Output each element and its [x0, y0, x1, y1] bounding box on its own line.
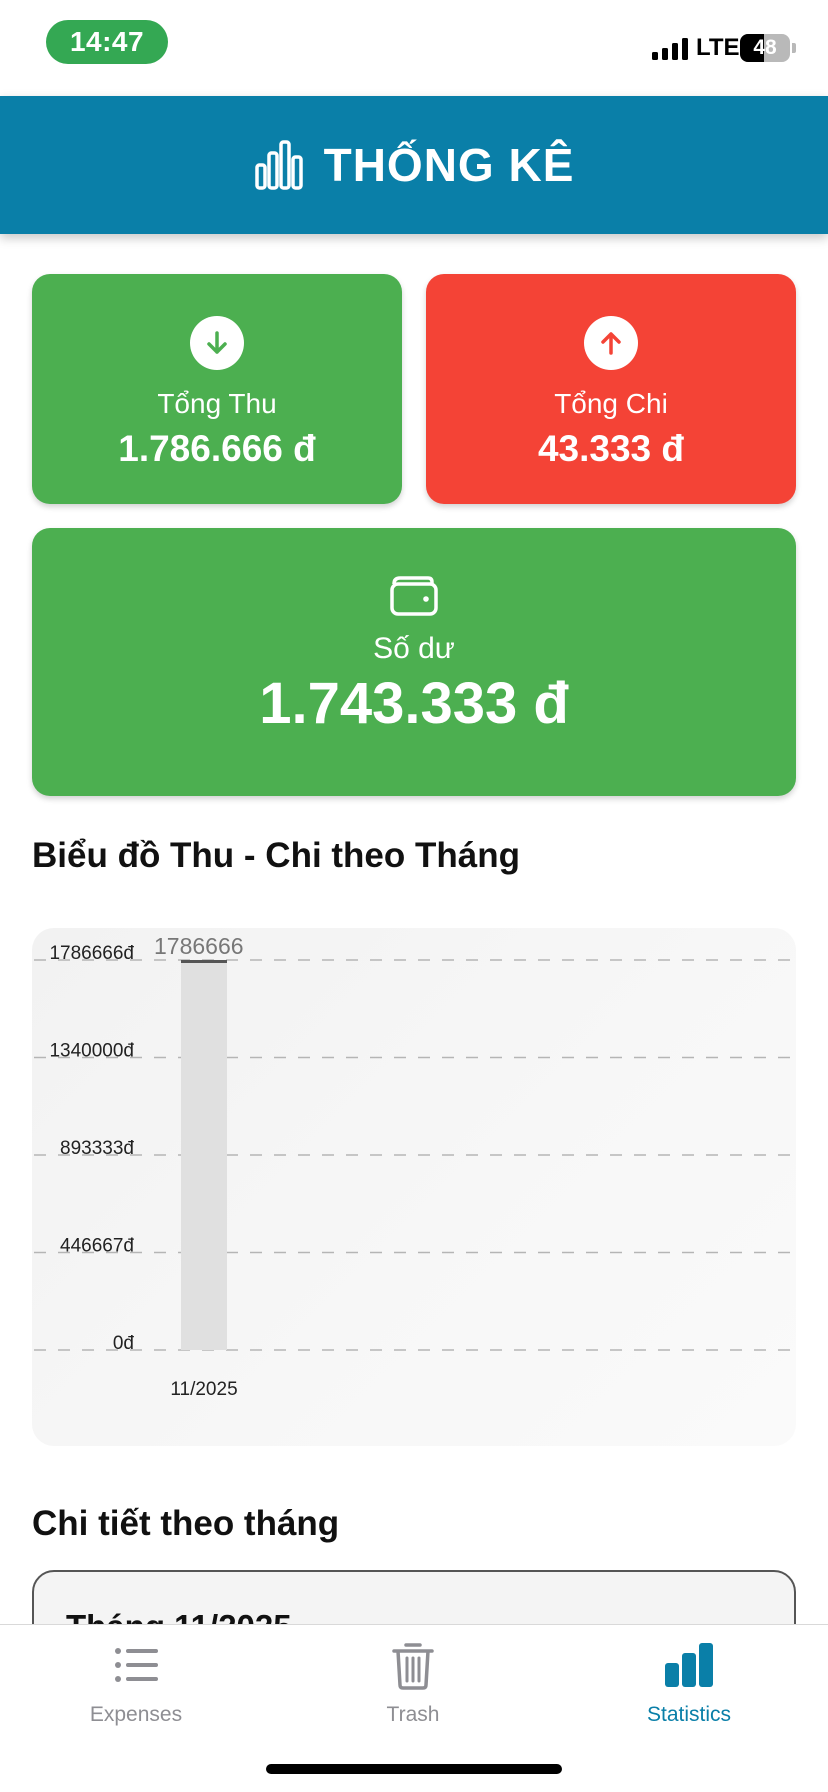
data-label: 1786666 — [154, 933, 244, 959]
y-tick-label: 0đ — [113, 1333, 135, 1354]
tab-statistics[interactable]: Statistics — [599, 1639, 779, 1739]
tab-trash[interactable]: Trash — [323, 1639, 503, 1739]
wallet-icon — [390, 576, 438, 616]
balance-value: 1.743.333 đ — [259, 671, 569, 736]
status-time: 14:47 — [46, 20, 168, 64]
network-type: LTE — [696, 34, 740, 61]
app-header: THỐNG KÊ — [0, 96, 828, 234]
x-tick-label: 11/2025 — [170, 1379, 237, 1400]
bar-chart: 0đ 446667đ 893333đ 1340000đ 1786666đ 11/2025 1… — [34, 933, 792, 1400]
income-value: 1.786.666 đ — [118, 428, 316, 469]
bar-top-line — [181, 960, 227, 963]
battery-tip — [792, 43, 796, 53]
tab-label-statistics: Statistics — [646, 1703, 732, 1726]
expense-label: Tổng Chi — [554, 388, 668, 419]
y-tick-label: 893333đ — [60, 1138, 134, 1159]
bar-chart-icon — [254, 140, 303, 190]
tab-label-trash: Trash — [386, 1703, 440, 1726]
battery-level: 48 — [753, 36, 777, 59]
chart-section-title: Biểu đồ Thu - Chi theo Tháng — [32, 836, 520, 875]
income-card: Tổng Thu 1.786.666 đ — [32, 274, 402, 504]
tab-expenses[interactable]: Expenses — [46, 1639, 226, 1739]
y-tick-label: 1340000đ — [49, 1040, 134, 1061]
y-tick-label: 1786666đ — [49, 943, 134, 964]
y-tick-label: 446667đ — [60, 1235, 134, 1256]
battery-icon: 48 — [740, 34, 790, 62]
list-icon — [115, 1648, 158, 1682]
signal-icon — [652, 38, 688, 60]
bar — [181, 960, 227, 1350]
expense-value: 43.333 đ — [537, 428, 685, 469]
bar-chart-icon — [665, 1643, 713, 1687]
arrow-up-icon — [584, 316, 638, 370]
trash-icon — [392, 1643, 434, 1690]
balance-label: Số dư — [373, 632, 455, 665]
arrow-down-icon — [190, 316, 244, 370]
detail-section-title: Chi tiết theo tháng — [32, 1504, 340, 1543]
home-indicator — [266, 1764, 562, 1774]
tab-label-expenses: Expenses — [89, 1703, 183, 1726]
expense-card: Tổng Chi 43.333 đ — [426, 274, 796, 504]
status-bar: 14:47 LTE 48 — [0, 0, 828, 96]
balance-card: Số dư 1.743.333 đ — [32, 528, 796, 796]
income-label: Tổng Thu — [157, 388, 277, 419]
page-title: THỐNG KÊ — [323, 139, 575, 191]
